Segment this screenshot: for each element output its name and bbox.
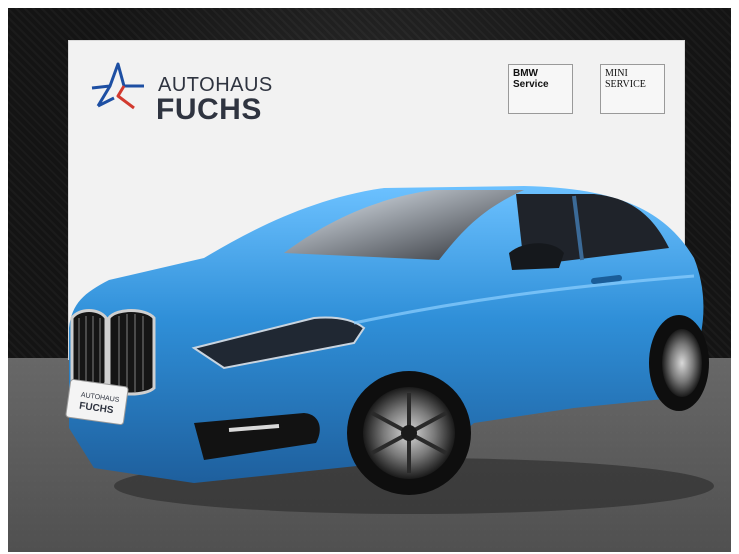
- blue-hatchback-car: AUTOHAUS FUCHS: [65, 186, 714, 514]
- brand-name-line2: FUCHS: [156, 93, 262, 126]
- image-frame: AUTOHAUS FUCHS BMWService MINISERVICE: [0, 0, 739, 554]
- rear-wheel: [649, 315, 709, 411]
- mini-sign-line2: SERVICE: [605, 79, 646, 90]
- front-wheel: [347, 371, 471, 495]
- car-photo: AUTOHAUS FUCHS BMWService MINISERVICE: [8, 8, 731, 552]
- bmw-sign-line1: BMW: [513, 68, 538, 79]
- fox-star-logo-icon: [91, 62, 144, 110]
- door-handle: [591, 275, 622, 284]
- dealer-logo: AUTOHAUS FUCHS: [84, 56, 294, 126]
- bmw-sign-line2: Service: [513, 79, 549, 90]
- mini-service-sign: MINI SERVICE: [600, 64, 665, 114]
- bmw-service-sign: BMW Service: [508, 64, 573, 114]
- mini-sign-line1: MINI: [605, 68, 628, 79]
